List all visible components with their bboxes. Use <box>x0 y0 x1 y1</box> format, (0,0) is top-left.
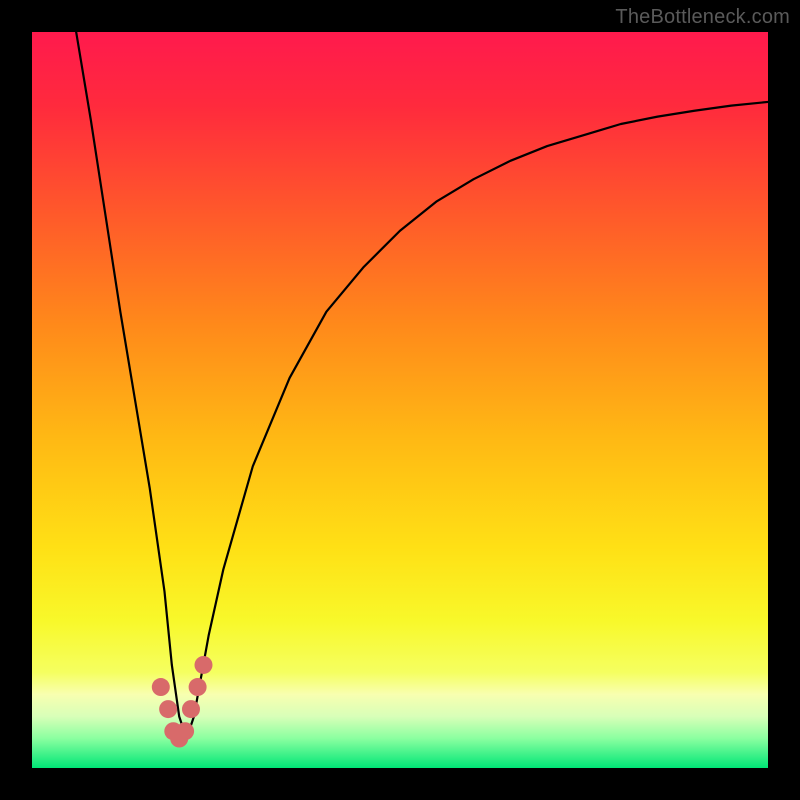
highlight-marker <box>194 656 212 674</box>
bottleneck-curve <box>76 32 768 739</box>
highlight-marker <box>182 700 200 718</box>
highlight-marker <box>176 722 194 740</box>
watermark-text: TheBottleneck.com <box>615 6 790 29</box>
highlight-marker <box>159 700 177 718</box>
highlight-markers <box>152 656 213 748</box>
plot-area <box>32 32 768 768</box>
chart-frame: TheBottleneck.com <box>0 0 800 800</box>
highlight-marker <box>152 678 170 696</box>
highlight-marker <box>189 678 207 696</box>
curve-layer <box>32 32 768 768</box>
